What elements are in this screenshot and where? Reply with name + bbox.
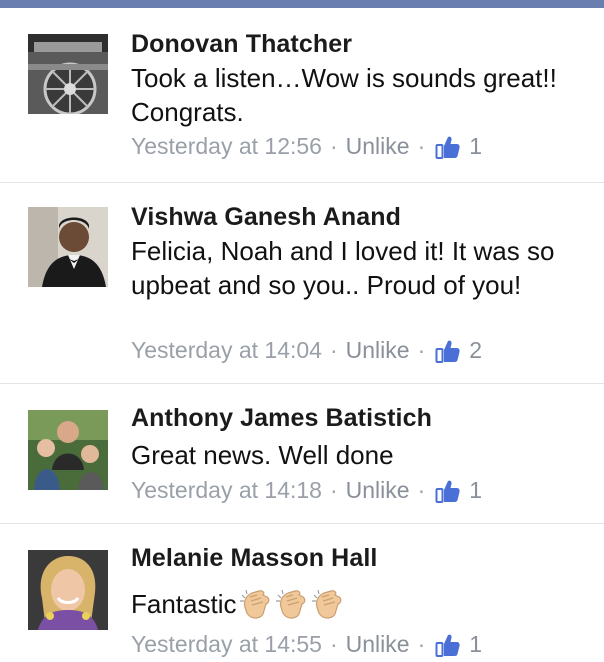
avatar[interactable] xyxy=(28,34,108,114)
comment-time[interactable]: Yesterday at 14:04 xyxy=(131,337,322,364)
separator: · xyxy=(329,133,338,159)
comment-time[interactable]: Yesterday at 14:18 xyxy=(131,477,322,504)
comment-item: Vishwa Ganesh Anand Felicia, Noah and I … xyxy=(0,183,604,384)
separator: · xyxy=(417,133,426,159)
separator: · xyxy=(329,631,338,657)
like-count[interactable]: 1 xyxy=(469,477,482,504)
comment-time[interactable]: Yesterday at 14:55 xyxy=(131,631,322,658)
comment-author[interactable]: Melanie Masson Hall xyxy=(131,544,377,573)
smiling-woman-photo-icon xyxy=(28,550,108,630)
unlike-button[interactable]: Unlike xyxy=(346,337,410,364)
comment-meta: Yesterday at 12:56 · Unlike · 1 xyxy=(131,133,482,160)
separator: · xyxy=(329,337,338,363)
comment-time[interactable]: Yesterday at 12:56 xyxy=(131,133,322,160)
separator: · xyxy=(417,337,426,363)
man-in-tuxedo-photo-icon xyxy=(28,207,108,287)
comment-author[interactable]: Vishwa Ganesh Anand xyxy=(131,203,401,232)
like-count[interactable]: 2 xyxy=(469,337,482,364)
separator: · xyxy=(329,477,338,503)
clapping-hands-icon xyxy=(311,587,345,621)
avatar[interactable] xyxy=(28,410,108,490)
unlike-button[interactable]: Unlike xyxy=(346,133,410,160)
comment-meta: Yesterday at 14:55 · Unlike · 1 xyxy=(131,631,482,658)
comment-text: Fantastic xyxy=(131,587,571,621)
clapping-hands-icon xyxy=(275,587,309,621)
comment-text: Great news. Well done xyxy=(131,440,394,470)
train-wheel-photo-icon xyxy=(28,34,108,114)
thumbs-up-icon[interactable] xyxy=(435,134,461,160)
like-count[interactable]: 1 xyxy=(469,133,482,160)
avatar[interactable] xyxy=(28,207,108,287)
like-count[interactable]: 1 xyxy=(469,631,482,658)
comment-text: Felicia, Noah and I loved it! It was so … xyxy=(131,236,555,300)
thumbs-up-icon[interactable] xyxy=(435,632,461,658)
comment-text-content: Fantastic xyxy=(131,589,237,619)
separator: · xyxy=(417,631,426,657)
comment-author[interactable]: Anthony James Batistich xyxy=(131,404,432,433)
comment-item: Melanie Masson Hall Fantastic Yesterday … xyxy=(0,524,604,662)
unlike-button[interactable]: Unlike xyxy=(346,477,410,504)
separator: · xyxy=(417,477,426,503)
comment-author[interactable]: Donovan Thatcher xyxy=(131,30,352,59)
comment-meta: Yesterday at 14:18 · Unlike · 1 xyxy=(131,477,482,504)
family-photo-icon xyxy=(28,410,108,490)
comment-item: Anthony James Batistich Great news. Well… xyxy=(0,384,604,524)
avatar[interactable] xyxy=(28,550,108,630)
thumbs-up-icon[interactable] xyxy=(435,338,461,364)
top-nav-bar xyxy=(0,0,604,8)
clapping-hands-icon xyxy=(239,587,273,621)
comment-item: Donovan Thatcher Took a listen…Wow is so… xyxy=(0,8,604,183)
comment-meta: Yesterday at 14:04 · Unlike · 2 xyxy=(131,337,482,364)
unlike-button[interactable]: Unlike xyxy=(346,631,410,658)
thumbs-up-icon[interactable] xyxy=(435,478,461,504)
comment-text: Took a listen…Wow is sounds great!! Cong… xyxy=(131,63,557,127)
